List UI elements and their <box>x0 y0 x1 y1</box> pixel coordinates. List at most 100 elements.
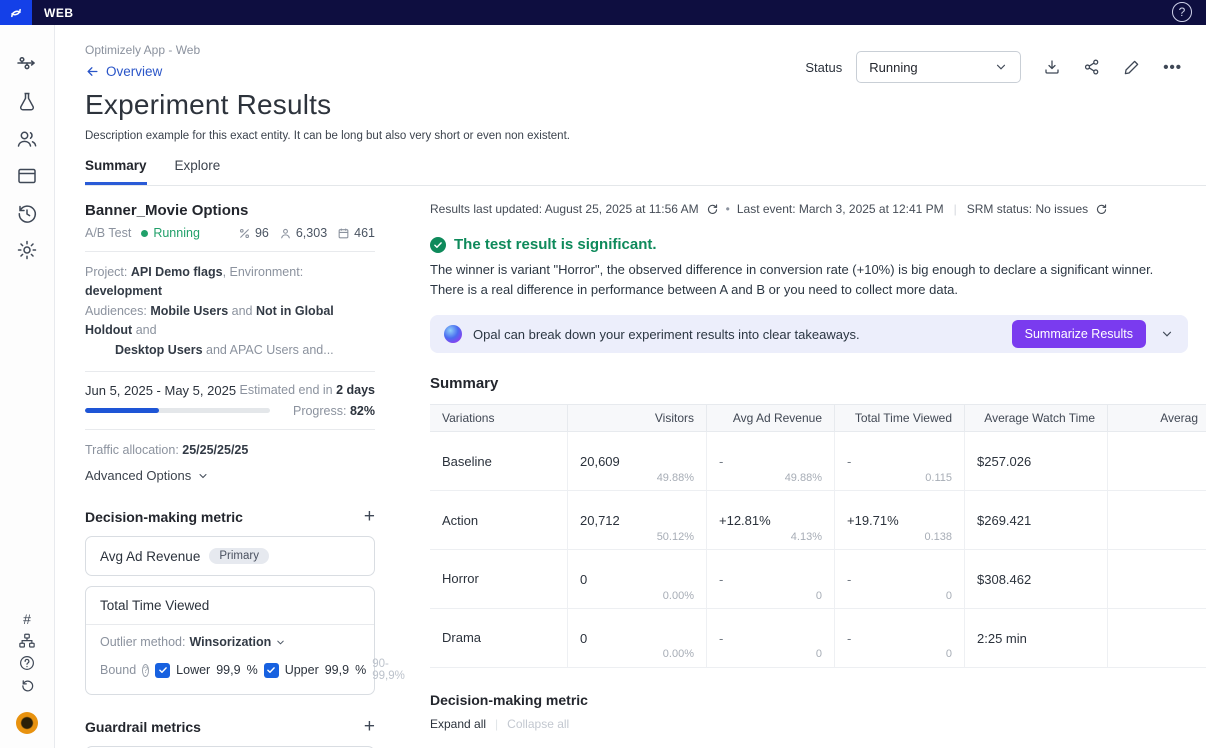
help-icon[interactable]: ? <box>1172 2 1192 22</box>
estimated-end: Estimated end in 2 days <box>239 383 375 397</box>
project-environment-line: Project: API Demo flags, Environment: de… <box>85 263 375 302</box>
table-row-cell: Baseline <box>430 432 568 491</box>
tab-explore[interactable]: Explore <box>175 158 221 185</box>
lower-label: Lower <box>176 663 210 677</box>
expand-all-link[interactable]: Expand all <box>430 717 486 731</box>
running-dot-icon <box>141 230 148 237</box>
status-dropdown[interactable]: Running <box>856 51 1021 83</box>
table-row-cell <box>1108 432 1206 491</box>
table-row-cell <box>1108 550 1206 609</box>
table-row-cell: Horror <box>430 550 568 609</box>
optimizely-logo[interactable] <box>0 0 32 25</box>
opal-message: Opal can break down your experiment resu… <box>473 327 860 342</box>
table-row-cell: Drama <box>430 609 568 668</box>
upper-bound-checkbox[interactable] <box>264 663 279 678</box>
edit-icon[interactable] <box>1123 58 1141 76</box>
arrow-left-icon <box>85 64 100 79</box>
refresh-icon[interactable] <box>706 203 719 216</box>
metric-card-total-time-viewed[interactable]: Total Time Viewed Outlier method: Winsor… <box>85 586 375 695</box>
lower-value[interactable]: 99,9 <box>216 663 240 677</box>
bound-help-icon[interactable]: ? <box>142 664 149 677</box>
table-row-cell: $269.421 <box>965 491 1108 550</box>
status-value: Running <box>869 60 917 75</box>
experiment-type: A/B Test <box>85 226 131 240</box>
chevron-down-icon[interactable] <box>275 637 286 648</box>
col-average-watch-time[interactable]: Average Watch Time <box>965 405 1108 432</box>
upper-value[interactable]: 99,9 <box>325 663 349 677</box>
last-updated-text: Results last updated: August 25, 2025 at… <box>430 202 699 216</box>
user-avatar[interactable] <box>16 712 38 734</box>
col-variations[interactable]: Variations <box>430 405 568 432</box>
outlier-method-label: Outlier method: <box>100 635 185 649</box>
share-icon[interactable] <box>1083 58 1101 76</box>
table-row-cell <box>1108 491 1206 550</box>
undo-icon[interactable] <box>18 676 36 694</box>
progress-bar <box>85 408 270 413</box>
optimizely-logo-icon <box>7 4 25 22</box>
traffic-allocation: Traffic allocation: 25/25/25/25 <box>85 441 375 460</box>
add-guardrail-metric-button[interactable]: + <box>364 717 375 736</box>
hash-icon[interactable]: # <box>18 610 36 628</box>
audiences-line: Audiences: Mobile Users and Not in Globa… <box>85 302 375 341</box>
flags-icon[interactable] <box>15 53 39 77</box>
top-bar: WEB ? <box>0 0 1206 25</box>
primary-badge: Primary <box>209 548 269 564</box>
table-row-cell: $257.026 <box>965 432 1108 491</box>
product-label: WEB <box>44 6 74 20</box>
history-icon[interactable] <box>15 201 39 225</box>
col-total-time-viewed[interactable]: Total Time Viewed <box>835 405 965 432</box>
refresh-icon[interactable] <box>1095 203 1108 216</box>
experiment-panel: Banner_Movie Options A/B Test Running 96… <box>85 202 375 748</box>
stat-percent: 96 <box>238 226 269 240</box>
table-row-cell <box>1108 609 1206 668</box>
summary-heading: Summary <box>430 375 1206 392</box>
experiments-icon[interactable] <box>15 90 39 114</box>
significance-block: The test result is significant. The winn… <box>430 236 1206 300</box>
table-row-cell: +12.81%4.13% <box>707 491 835 550</box>
table-row-cell: -0.115 <box>835 432 965 491</box>
opal-icon <box>444 325 462 343</box>
tab-summary[interactable]: Summary <box>85 158 147 185</box>
left-rail: # <box>0 25 55 748</box>
progress-bar-fill <box>85 408 159 413</box>
check-circle-icon <box>430 237 446 253</box>
table-row-cell: -49.88% <box>707 432 835 491</box>
pages-icon[interactable] <box>15 164 39 188</box>
significance-title: The test result is significant. <box>454 236 657 253</box>
page-title: Experiment Results <box>85 89 1206 121</box>
summarize-results-button[interactable]: Summarize Results <box>1012 320 1146 348</box>
srm-status-text: SRM status: No issues <box>967 202 1088 216</box>
chevron-down-icon <box>994 60 1008 74</box>
metric-card-avg-ad-revenue[interactable]: Avg Ad Revenue Primary <box>85 536 375 576</box>
decision-metric-title: Decision-making metric <box>85 509 243 525</box>
sitemap-icon[interactable] <box>18 632 36 650</box>
last-event-text: Last event: March 3, 2025 at 12:41 PM <box>737 202 944 216</box>
download-icon[interactable] <box>1043 58 1061 76</box>
metric-name: Total Time Viewed <box>100 598 209 613</box>
advanced-options-toggle[interactable]: Advanced Options <box>85 468 375 483</box>
col-average-clipped[interactable]: Averag <box>1108 405 1206 432</box>
col-avg-ad-revenue[interactable]: Avg Ad Revenue <box>707 405 835 432</box>
status-label: Status <box>805 60 842 75</box>
settings-icon[interactable] <box>15 238 39 262</box>
help-footer-icon[interactable] <box>18 654 36 672</box>
chevron-down-icon[interactable] <box>1160 327 1174 341</box>
audiences-icon[interactable] <box>15 127 39 151</box>
divider: | <box>954 202 957 216</box>
check-icon <box>158 665 168 675</box>
table-row-cell: -0 <box>707 550 835 609</box>
experiment-status: Running <box>153 226 200 240</box>
collapse-all-link[interactable]: Collapse all <box>507 717 569 731</box>
page-description: Description example for this exact entit… <box>85 130 1206 142</box>
lower-bound-checkbox[interactable] <box>155 663 170 678</box>
date-range: Jun 5, 2025 - May 5, 2025 <box>85 383 236 398</box>
divider: | <box>495 717 498 731</box>
calendar-icon <box>337 227 350 240</box>
outlier-method-value[interactable]: Winsorization <box>189 635 271 649</box>
experiment-name: Banner_Movie Options <box>85 202 375 219</box>
progress-text: Progress: 82% <box>293 404 375 418</box>
bound-label: Bound <box>100 663 136 677</box>
col-visitors[interactable]: Visitors <box>568 405 707 432</box>
more-actions-icon[interactable]: ••• <box>1163 59 1182 76</box>
add-decision-metric-button[interactable]: + <box>364 507 375 526</box>
